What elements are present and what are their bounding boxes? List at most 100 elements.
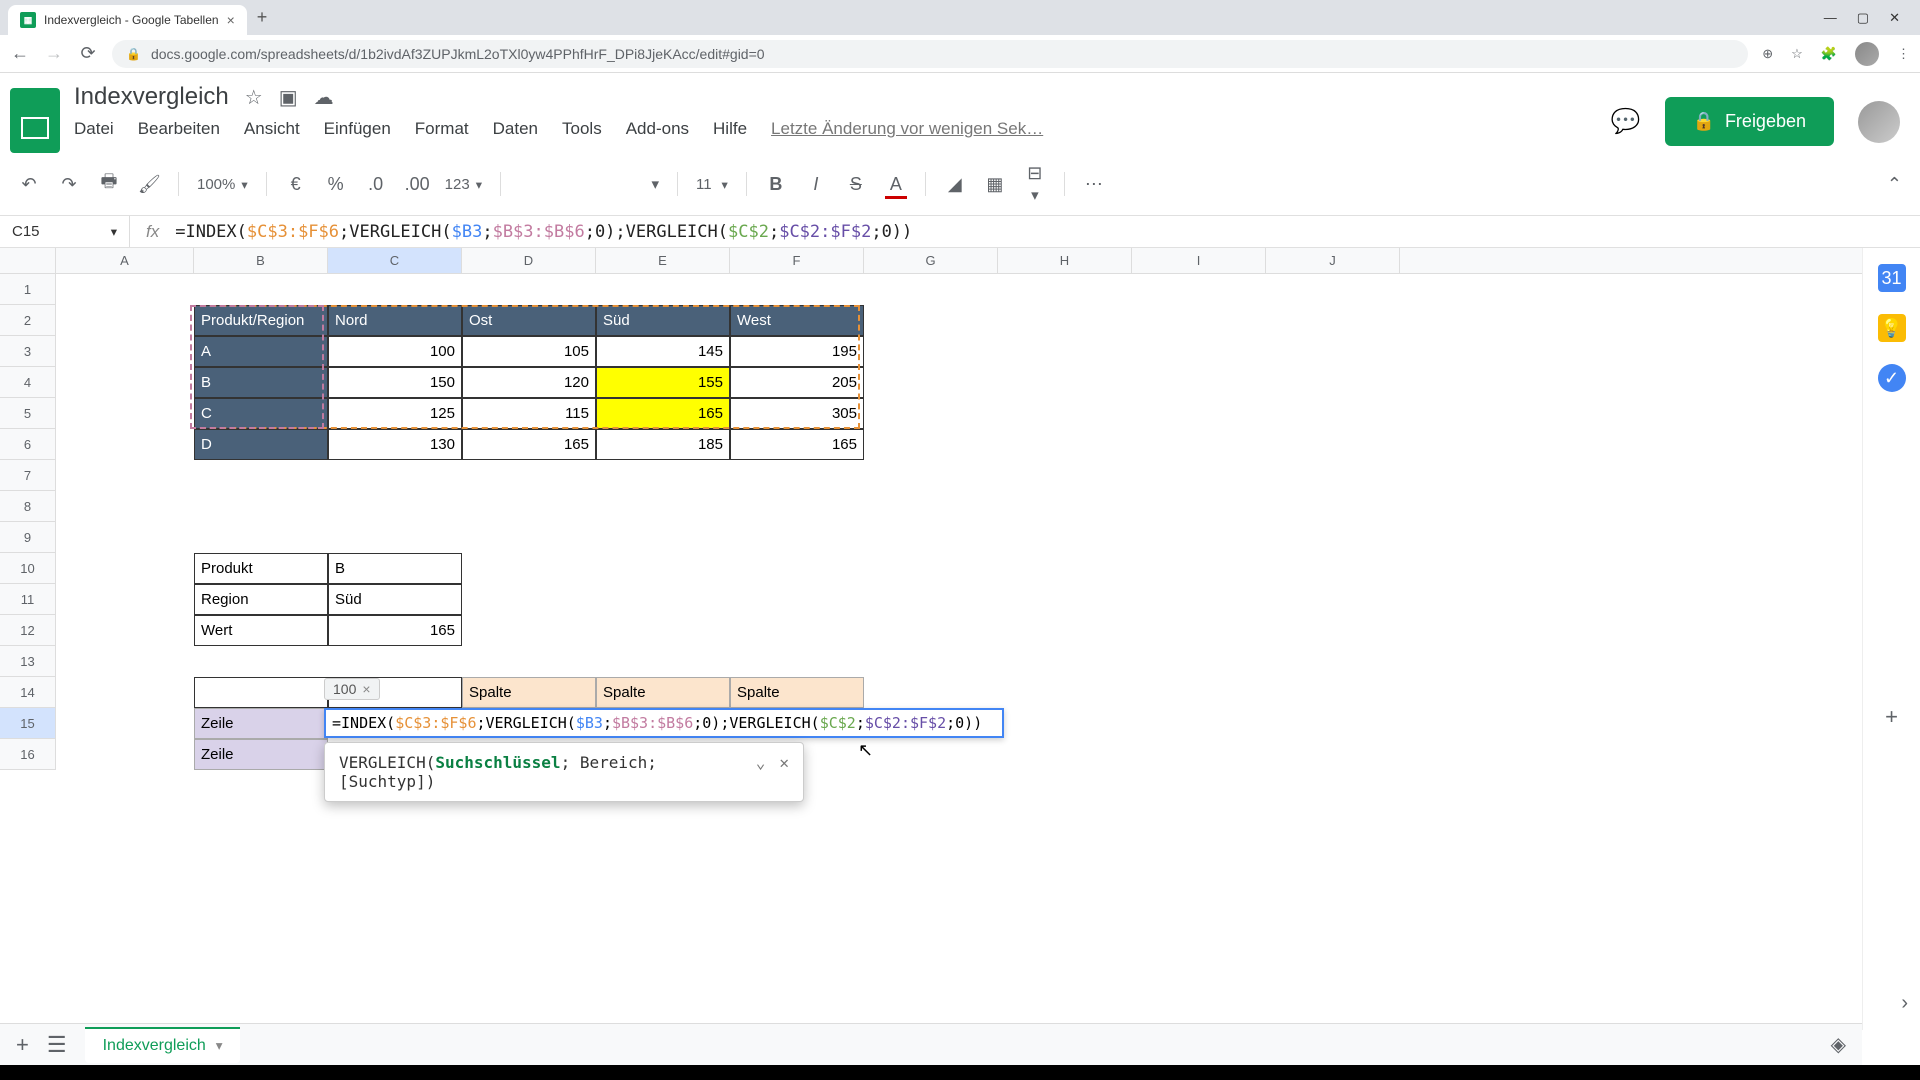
comments-icon[interactable]: 💬 — [1611, 107, 1641, 136]
close-hint-icon[interactable]: × — [362, 681, 370, 697]
row-header-10[interactable]: 10 — [0, 553, 56, 584]
row-header-2[interactable]: 2 — [0, 305, 56, 336]
zoom-select[interactable]: 100% ▾ — [197, 176, 248, 193]
row-header-4[interactable]: 4 — [0, 367, 56, 398]
star-icon[interactable]: ☆ — [245, 85, 263, 110]
print-button[interactable]: 🖶 — [98, 169, 120, 199]
col-header-E[interactable]: E — [596, 248, 730, 273]
font-select[interactable]: ▾ — [519, 175, 659, 193]
url-bar[interactable]: 🔒 docs.google.com/spreadsheets/d/1b2ivdA… — [112, 40, 1748, 68]
cell-b10[interactable]: Produkt — [194, 553, 328, 584]
row-header-7[interactable]: 7 — [0, 460, 56, 491]
menu-format[interactable]: Format — [415, 119, 469, 139]
col-header-D[interactable]: D — [462, 248, 596, 273]
cell-F4[interactable]: 205 — [730, 367, 864, 398]
cell-b14[interactable] — [194, 677, 328, 708]
col-header-C[interactable]: C — [328, 248, 462, 273]
move-icon[interactable]: ▣ — [279, 85, 298, 110]
expand-helper-icon[interactable]: ⌄ — [756, 753, 766, 772]
cell-C6[interactable]: 130 — [328, 429, 462, 460]
row-header-5[interactable]: 5 — [0, 398, 56, 429]
row-header-3[interactable]: 3 — [0, 336, 56, 367]
cell-b11[interactable]: Region — [194, 584, 328, 615]
col-header-J[interactable]: J — [1266, 248, 1400, 273]
doc-title[interactable]: Indexvergleich — [74, 83, 229, 111]
italic-button[interactable]: I — [805, 174, 827, 195]
spreadsheet-grid[interactable]: ABCDEFGHIJ 12345678910111213141516 Produ… — [0, 248, 1862, 1030]
close-helper-icon[interactable]: ✕ — [779, 753, 789, 772]
bold-button[interactable]: B — [765, 174, 787, 195]
cell-E2[interactable]: Süd — [596, 305, 730, 336]
cell-D3[interactable]: 105 — [462, 336, 596, 367]
cell-C2[interactable]: Nord — [328, 305, 462, 336]
share-button[interactable]: 🔒 Freigeben — [1665, 97, 1834, 146]
fill-color-button[interactable]: ◢ — [944, 174, 966, 195]
new-tab-button[interactable]: + — [247, 7, 278, 28]
menu-einfuegen[interactable]: Einfügen — [324, 119, 391, 139]
cell-c12[interactable]: 165 — [328, 615, 462, 646]
formula-bar-content[interactable]: =INDEX($C$3:$F$6;VERGLEICH($B3;$B$3:$B$6… — [175, 222, 912, 242]
collapse-toolbar-button[interactable]: ⌃ — [1887, 174, 1902, 195]
menu-ansicht[interactable]: Ansicht — [244, 119, 300, 139]
row-header-15[interactable]: 15 — [0, 708, 56, 739]
keep-icon[interactable]: 💡 — [1878, 314, 1906, 342]
bookmark-icon[interactable]: ☆ — [1791, 46, 1803, 62]
cell-E5[interactable]: 165 — [596, 398, 730, 429]
cell-E14[interactable]: Spalte — [596, 677, 730, 708]
row-header-6[interactable]: 6 — [0, 429, 56, 460]
col-header-A[interactable]: A — [56, 248, 194, 273]
cell-c10[interactable]: B — [328, 553, 462, 584]
cell-C3[interactable]: 100 — [328, 336, 462, 367]
reload-button[interactable]: ⟳ — [78, 43, 98, 64]
text-color-button[interactable]: A — [885, 174, 907, 195]
cell-b3[interactable]: A — [194, 336, 328, 367]
cell-b15[interactable]: Zeile — [194, 708, 328, 739]
sheets-logo-icon[interactable] — [10, 88, 60, 153]
percent-button[interactable]: % — [325, 174, 347, 195]
cell-D4[interactable]: 120 — [462, 367, 596, 398]
cell-F3[interactable]: 195 — [730, 336, 864, 367]
cell-F6[interactable]: 165 — [730, 429, 864, 460]
cell-b6[interactable]: D — [194, 429, 328, 460]
cell-b5[interactable]: C — [194, 398, 328, 429]
row-header-14[interactable]: 14 — [0, 677, 56, 708]
menu-bearbeiten[interactable]: Bearbeiten — [138, 119, 220, 139]
currency-button[interactable]: € — [285, 174, 307, 195]
extensions-icon[interactable]: 🧩 — [1821, 46, 1837, 62]
menu-datei[interactable]: Datei — [74, 119, 114, 139]
undo-button[interactable]: ↶ — [18, 174, 40, 195]
minimize-button[interactable]: — — [1824, 10, 1837, 26]
cell-E4[interactable]: 155 — [596, 367, 730, 398]
cell-D14[interactable]: Spalte — [462, 677, 596, 708]
browser-profile-avatar[interactable] — [1855, 42, 1879, 66]
col-header-H[interactable]: H — [998, 248, 1132, 273]
cell-D2[interactable]: Ost — [462, 305, 596, 336]
tasks-icon[interactable]: ✓ — [1878, 364, 1906, 392]
strikethrough-button[interactable]: S — [845, 174, 867, 195]
close-window-button[interactable]: ✕ — [1889, 10, 1900, 26]
borders-button[interactable]: ▦ — [984, 174, 1006, 195]
cell-E3[interactable]: 145 — [596, 336, 730, 367]
col-header-G[interactable]: G — [864, 248, 998, 273]
redo-button[interactable]: ↷ — [58, 174, 80, 195]
row-header-12[interactable]: 12 — [0, 615, 56, 646]
number-format-select[interactable]: 123 ▾ — [445, 176, 482, 193]
forward-button[interactable]: → — [44, 43, 64, 64]
row-header-1[interactable]: 1 — [0, 274, 56, 305]
zoom-icon[interactable]: ⊕ — [1762, 46, 1773, 62]
menu-addons[interactable]: Add-ons — [626, 119, 689, 139]
col-header-F[interactable]: F — [730, 248, 864, 273]
last-edit-link[interactable]: Letzte Änderung vor wenigen Sek… — [771, 119, 1043, 139]
sheet-tab-active[interactable]: Indexvergleich▾ — [85, 1027, 241, 1063]
cell-b4[interactable]: B — [194, 367, 328, 398]
browser-menu-icon[interactable]: ⋮ — [1897, 46, 1910, 62]
cell-F14[interactable]: Spalte — [730, 677, 864, 708]
row-header-8[interactable]: 8 — [0, 491, 56, 522]
explore-icon[interactable]: ◈ — [1831, 1032, 1846, 1057]
cell-b12[interactable]: Wert — [194, 615, 328, 646]
merge-button[interactable]: ⊟ ▾ — [1024, 163, 1046, 205]
menu-hilfe[interactable]: Hilfe — [713, 119, 747, 139]
hide-sidepanel-icon[interactable]: › — [1901, 992, 1908, 1015]
cell-F2[interactable]: West — [730, 305, 864, 336]
cell-b16[interactable]: Zeile — [194, 739, 328, 770]
